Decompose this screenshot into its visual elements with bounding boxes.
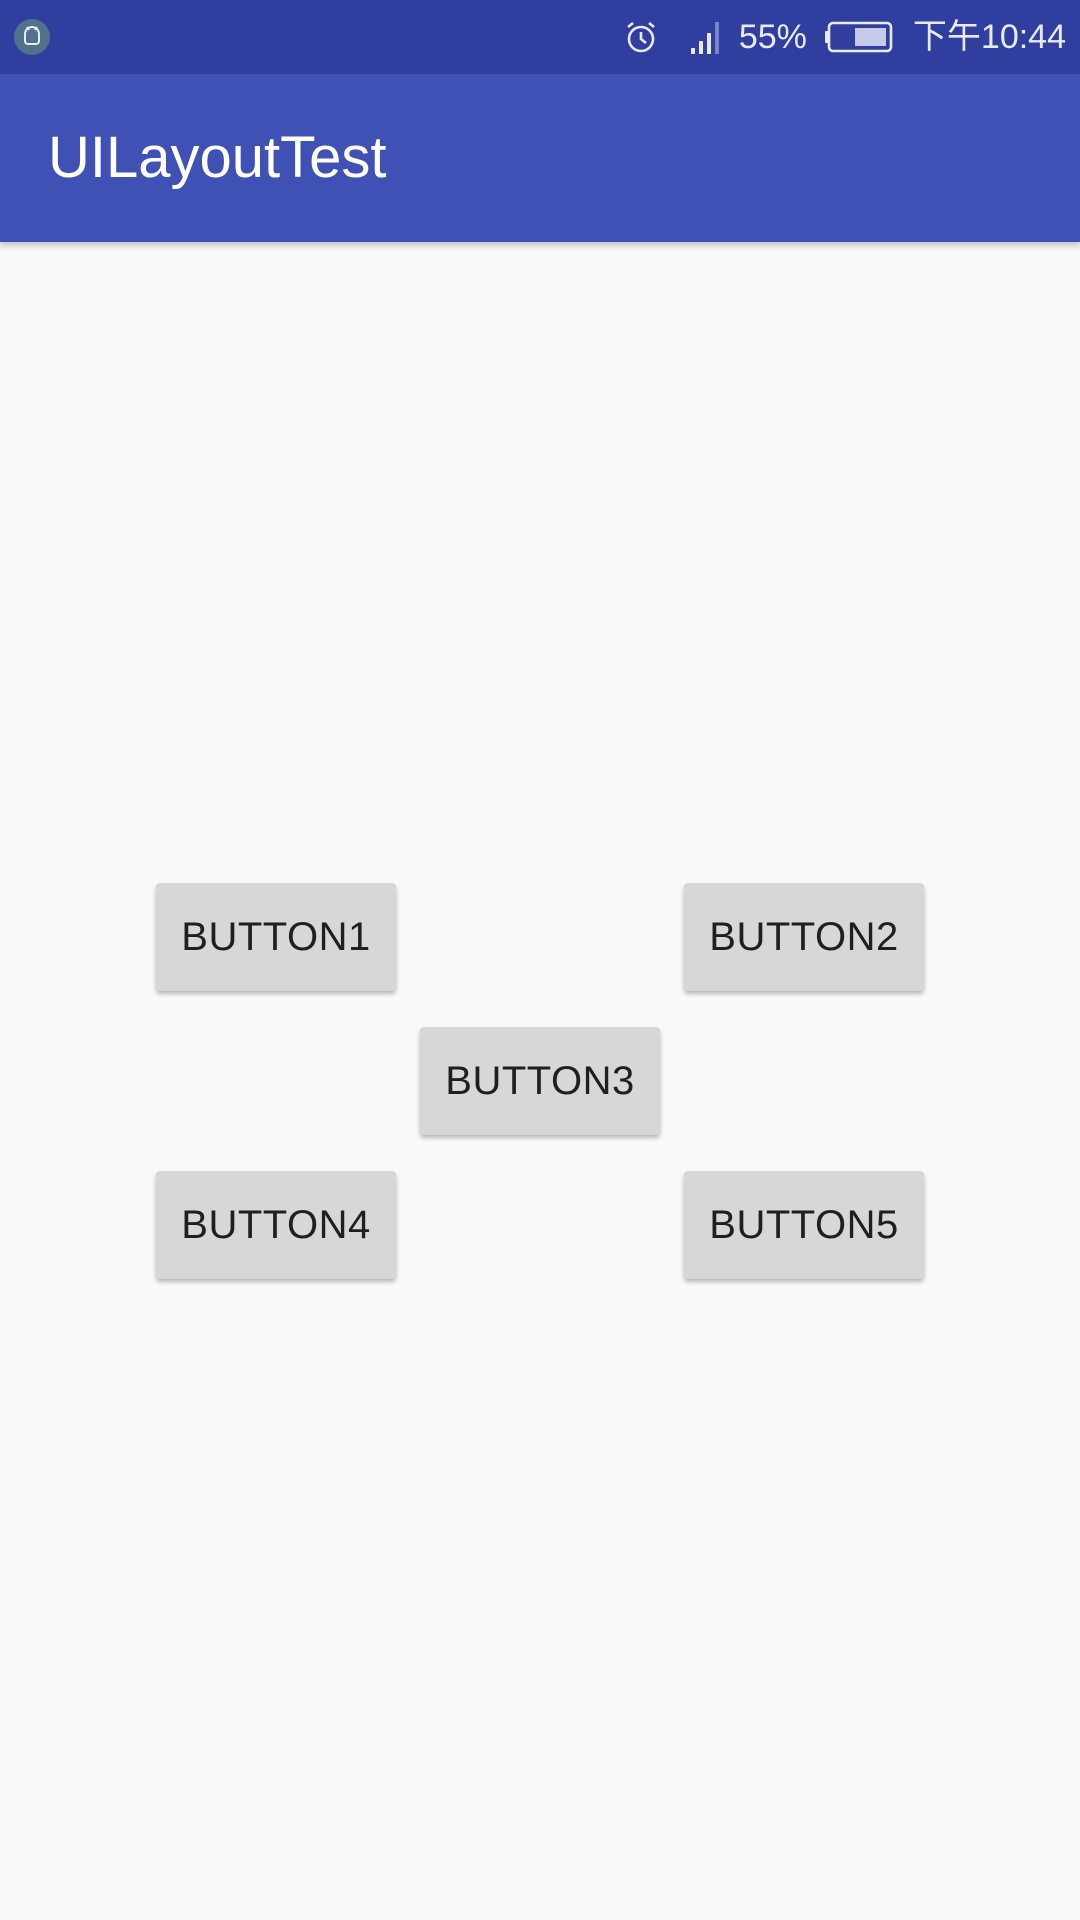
android-debug-icon: [14, 19, 50, 55]
app-title: UILayoutTest: [48, 125, 387, 190]
button1[interactable]: BUTTON1: [156, 883, 396, 991]
button5[interactable]: BUTTON5: [684, 1171, 924, 1279]
signal-icon: [690, 20, 721, 54]
status-right-group: 55% 下午10:44: [623, 0, 1066, 74]
alarm-icon: [623, 19, 659, 55]
battery-percent: 55%: [738, 18, 807, 56]
battery-icon: [824, 20, 895, 54]
status-bar: 55% 下午10:44: [0, 0, 1080, 74]
button4[interactable]: BUTTON4: [156, 1171, 396, 1279]
button2[interactable]: BUTTON2: [684, 883, 924, 991]
button3[interactable]: BUTTON3: [420, 1027, 660, 1135]
app-bar: UILayoutTest: [0, 74, 1080, 242]
content-area: BUTTON1 BUTTON2 BUTTON3 BUTTON4 BUTTON5: [0, 242, 1080, 1920]
status-time: 下午10:44: [912, 18, 1066, 56]
